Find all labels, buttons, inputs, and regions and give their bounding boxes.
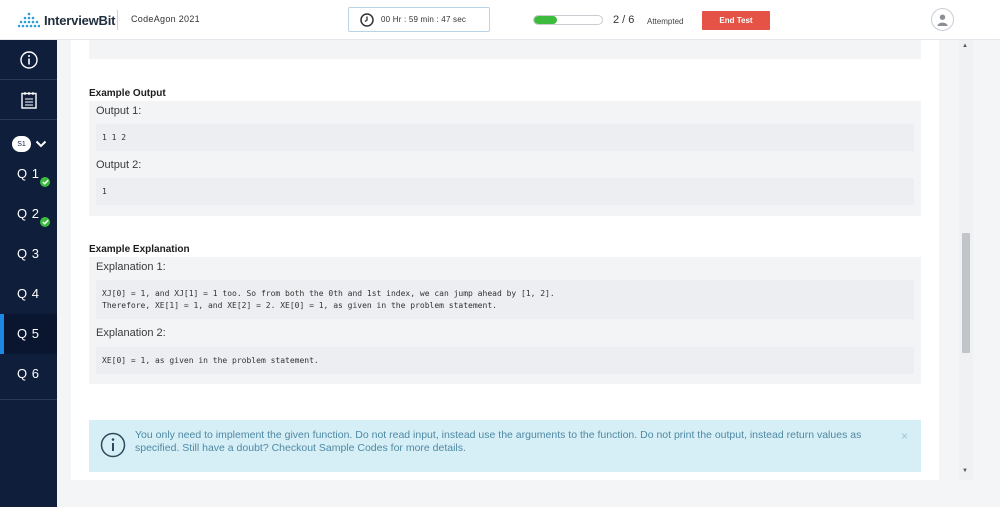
sidebar: S1 Q 1 Q 2 Q 3 Q 4 Q 5 Q 6 (0, 40, 57, 507)
explanation-1-code-text: XJ[0] = 1, and XJ[1] = 1 too. So from bo… (102, 289, 555, 310)
chevron-down-icon (35, 140, 47, 148)
info-icon (19, 50, 38, 69)
question-label: Q 3 (17, 246, 40, 261)
section-badge: S1 (12, 136, 31, 152)
explanation-1-code: XJ[0] = 1, and XJ[1] = 1 too. So from bo… (96, 280, 914, 319)
notepad-icon (20, 91, 37, 109)
attempt-count: 2 / 6 (613, 14, 635, 26)
scrollbar-thumb[interactable] (962, 233, 970, 353)
sidebar-item-q2[interactable]: Q 2 (0, 194, 57, 234)
contest-name: CodeAgon 2021 (131, 14, 200, 24)
explanation-1-label: Explanation 1: (96, 261, 166, 273)
output-2-code: 1 (96, 178, 914, 205)
attempt-progress-bar (533, 15, 603, 25)
output-1-code-text: 1 1 2 (102, 133, 127, 142)
scroll-up-arrow-icon[interactable]: ▲ (962, 43, 968, 49)
output-2-label: Output 2: (96, 159, 142, 171)
output-2-code-text: 1 (102, 187, 107, 196)
top-bar: InterviewBit CodeAgon 2021 00 Hr : 59 mi… (0, 0, 1000, 40)
end-test-button[interactable]: End Test (702, 11, 770, 30)
sidebar-item-q3[interactable]: Q 3 (0, 234, 57, 274)
sidebar-item-q1[interactable]: Q 1 (0, 154, 57, 194)
header-divider (117, 10, 118, 30)
timer-text: 00 Hr : 59 min : 47 sec (381, 15, 467, 24)
example-explanation-box: Explanation 1: XJ[0] = 1, and XJ[1] = 1 … (89, 257, 921, 384)
explanation-2-code: XE[0] = 1, as given in the problem state… (96, 347, 914, 374)
clock-icon (360, 12, 374, 27)
question-label: Q 4 (17, 286, 40, 301)
attempted-label: Attempted (647, 17, 684, 26)
interviewbit-logo[interactable]: InterviewBit (18, 10, 115, 30)
info-button[interactable] (0, 40, 57, 80)
sidebar-item-q6[interactable]: Q 6 (0, 354, 57, 394)
close-icon[interactable]: × (901, 429, 908, 443)
output-1-label: Output 1: (96, 105, 142, 117)
sidebar-item-q5[interactable]: Q 5 (0, 314, 57, 354)
info-icon (100, 432, 126, 458)
example-explanation-title: Example Explanation (89, 244, 190, 255)
output-1-code: 1 1 2 (96, 124, 914, 151)
logo-text: InterviewBit (44, 12, 116, 28)
question-label: Q 1 (17, 166, 40, 181)
solved-check-icon (40, 177, 50, 187)
note-text: You only need to implement the given fun… (135, 429, 862, 454)
previous-section-box (89, 40, 921, 59)
user-avatar[interactable] (931, 8, 954, 31)
example-output-box: Output 1: 1 1 2 Output 2: 1 (89, 101, 921, 216)
example-output-title: Example Output (89, 88, 166, 99)
question-label: Q 2 (17, 206, 40, 221)
explanation-2-code-text: XE[0] = 1, as given in the problem state… (102, 356, 319, 365)
section-selector[interactable]: S1 (12, 136, 47, 152)
explanation-2-label: Explanation 2: (96, 327, 166, 339)
logo-icon (18, 12, 40, 28)
info-note: You only need to implement the given fun… (89, 420, 921, 472)
timer: 00 Hr : 59 min : 47 sec (348, 7, 490, 32)
question-label: Q 5 (17, 326, 40, 341)
progress-fill (534, 16, 557, 24)
problem-content: Example Output Output 1: 1 1 2 Output 2:… (71, 40, 939, 480)
user-avatar-icon (937, 14, 948, 26)
scroll-down-arrow-icon[interactable]: ▼ (962, 468, 968, 474)
notepad-button[interactable] (0, 80, 57, 120)
solved-check-icon (40, 217, 50, 227)
sidebar-divider (0, 399, 57, 400)
sidebar-item-q4[interactable]: Q 4 (0, 274, 57, 314)
question-label: Q 6 (17, 366, 40, 381)
